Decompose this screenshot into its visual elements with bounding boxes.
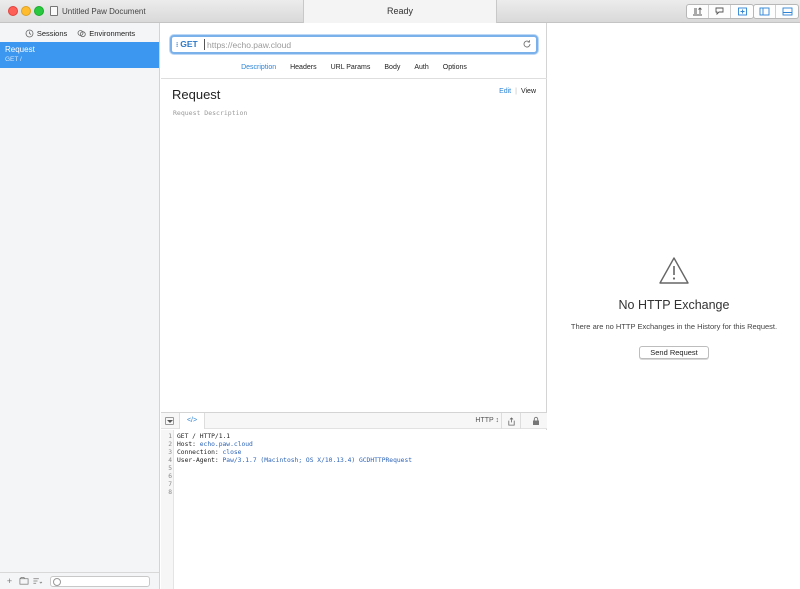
comment-button[interactable] xyxy=(709,5,731,18)
code-preview: 1 GET / HTTP/1.1 2 Host: echo.paw.cloud 3C… xyxy=(161,430,547,589)
lock-icon[interactable] xyxy=(531,416,541,426)
tab-description[interactable]: Description xyxy=(241,64,276,76)
speech-bubble-icon xyxy=(715,7,724,16)
add-window-icon xyxy=(737,7,747,16)
request-tabs: Description Headers URL Params Body Auth… xyxy=(161,64,547,76)
status-text: Ready xyxy=(386,6,413,16)
request-editor: ⁝GET Description Headers URL Params Body… xyxy=(161,23,547,589)
title-bar: Untitled Paw Document Ready xyxy=(0,0,800,23)
sidebar-filter-input[interactable] xyxy=(50,575,150,587)
empty-state-description: There are no HTTP Exchanges in the Histo… xyxy=(570,322,778,331)
close-window-button[interactable] xyxy=(8,6,18,16)
document-icon xyxy=(50,6,58,16)
sidebar-icon xyxy=(759,7,770,16)
history-icon xyxy=(25,29,34,37)
toggle-bottom-panel-button[interactable] xyxy=(776,5,798,18)
new-window-button[interactable] xyxy=(731,5,753,18)
sidebar-tab-sessions[interactable]: Sessions xyxy=(25,27,67,39)
method-label: GET xyxy=(180,39,198,49)
new-group-icon[interactable] xyxy=(18,576,29,587)
toolbar-group-actions xyxy=(686,4,754,19)
response-panel: No HTTP Exchange There are no HTTP Excha… xyxy=(548,23,800,589)
sidebar-tab-label: Environments xyxy=(89,28,136,38)
sidebar-tab-environments[interactable]: Environments xyxy=(77,27,135,39)
request-title: Request xyxy=(172,87,221,102)
warning-icon xyxy=(659,257,689,284)
tabs-divider xyxy=(161,78,547,79)
bottom-panel-icon xyxy=(782,7,792,16)
sort-icon[interactable] xyxy=(32,576,43,587)
edit-view-toggle: Edit | View xyxy=(499,88,536,95)
request-list-item[interactable]: Request GET / xyxy=(0,42,159,68)
edit-view-separator: | xyxy=(515,88,517,95)
maximize-window-button[interactable] xyxy=(34,6,44,16)
tab-auth[interactable]: Auth xyxy=(414,64,428,76)
url-caret xyxy=(204,39,205,50)
minimize-window-button[interactable] xyxy=(21,6,31,16)
request-description[interactable]: Request Description xyxy=(173,109,247,117)
export-button[interactable] xyxy=(687,5,709,18)
share-icon xyxy=(507,416,515,426)
url-bar: ⁝ GET xyxy=(170,35,538,54)
sidebar-tabs: Sessions Environments xyxy=(0,27,160,39)
reload-icon[interactable] xyxy=(522,39,532,49)
tab-body[interactable]: Body xyxy=(384,64,400,76)
method-selector[interactable]: ⁝ GET xyxy=(176,39,198,49)
send-request-button[interactable]: Send Request xyxy=(639,346,709,359)
url-input[interactable] xyxy=(207,39,517,51)
view-button[interactable]: View xyxy=(521,88,536,95)
tab-headers[interactable]: Headers xyxy=(290,64,316,76)
code-view-button[interactable]: </> xyxy=(179,413,205,429)
document-title: Untitled Paw Document xyxy=(62,7,146,16)
format-selector[interactable]: HTTP ↕ xyxy=(475,417,499,424)
request-name: Request xyxy=(5,45,35,54)
toolbar-group-layout xyxy=(753,4,799,19)
export-icon xyxy=(693,7,702,16)
sidebar-bottom-bar: + xyxy=(0,572,159,589)
sidebar-tab-label: Sessions xyxy=(36,28,68,38)
tab-url-params[interactable]: URL Params xyxy=(331,64,371,76)
request-subtitle: GET / xyxy=(5,56,22,63)
code-toolbar: </> HTTP ↕ xyxy=(161,412,547,429)
share-button[interactable] xyxy=(501,413,521,429)
empty-state-title: No HTTP Exchange xyxy=(618,298,730,312)
edit-button[interactable]: Edit xyxy=(499,88,511,95)
updown-arrows-icon: ⁝ xyxy=(176,42,179,49)
tab-options[interactable]: Options xyxy=(443,64,467,76)
environments-icon xyxy=(77,29,86,37)
status-area: Ready xyxy=(303,0,497,23)
add-icon[interactable]: + xyxy=(4,576,15,587)
collapse-panel-button[interactable] xyxy=(165,417,174,425)
toggle-sidebar-button[interactable] xyxy=(754,5,776,18)
sidebar: Sessions Environments Request GET / + xyxy=(0,23,160,589)
